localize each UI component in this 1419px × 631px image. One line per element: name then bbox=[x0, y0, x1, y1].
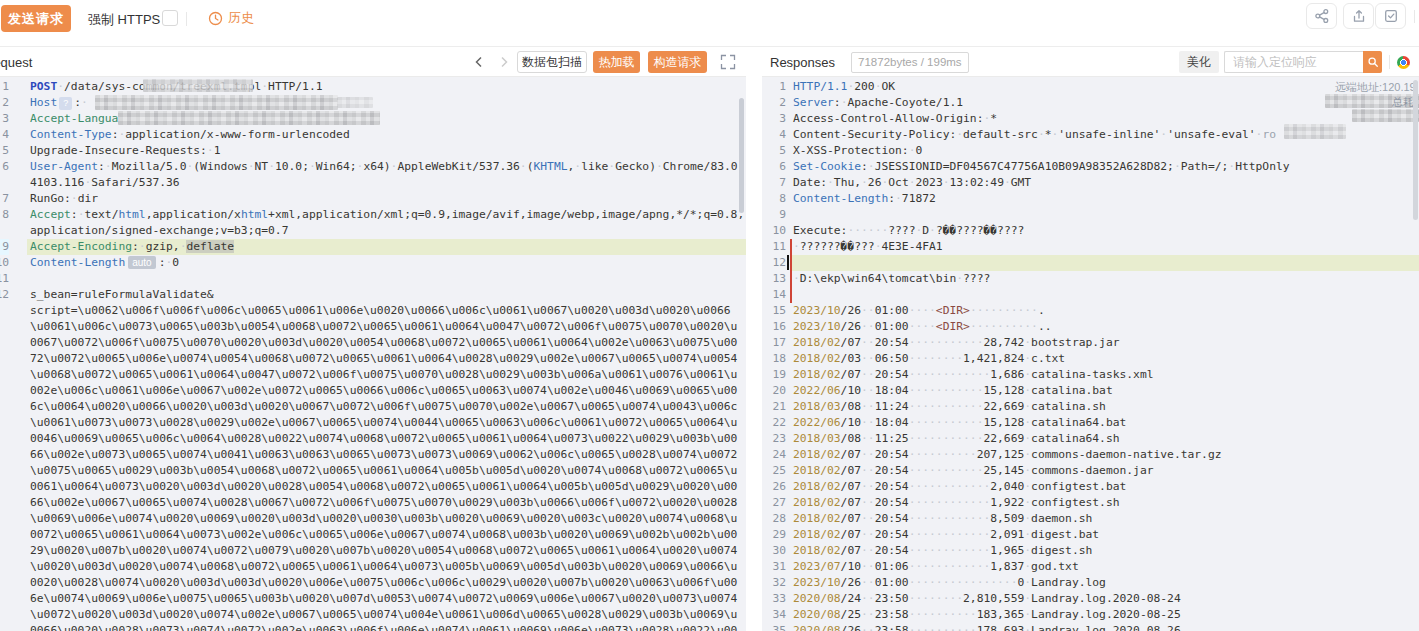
response-title: Responses bbox=[770, 55, 835, 70]
code-line: 192018/02/07··20:54············1,686·cat… bbox=[762, 367, 1419, 383]
code-line: 282018/02/07··20:54············8,509·dae… bbox=[762, 511, 1419, 527]
code-line: 4103.116·Safari/537.36 bbox=[0, 175, 746, 191]
code-line: 152023/10/26··01:00····<DIR>··········. bbox=[762, 303, 1419, 319]
code-line: 7RunGo:·dir bbox=[0, 191, 746, 207]
code-line: application/signed-exchange;v=b3;q=0.7 bbox=[0, 223, 746, 239]
packet-scan-button[interactable]: 数据包扫描 bbox=[517, 51, 587, 73]
code-line: 7Date:·Thu,·26·Oct·2023·13:02:49·GMT bbox=[762, 175, 1419, 191]
code-line: 12s_bean=ruleFormulaValidate& bbox=[0, 287, 746, 303]
search-input[interactable] bbox=[1224, 51, 1363, 73]
remote-address-label: 远端地址:120.19 bbox=[1335, 80, 1416, 95]
request-title: Request bbox=[0, 55, 32, 70]
request-panel: Request 数据包扫描 热加载 构造请求 1POST·/data/sys-c… bbox=[0, 48, 746, 631]
beautify-button[interactable]: 美化 bbox=[1179, 51, 1219, 73]
code-line: 302018/02/07··20:54············1,965·dig… bbox=[762, 543, 1419, 559]
code-line: 12 bbox=[762, 255, 1419, 271]
construct-request-button[interactable]: 构造请求 bbox=[648, 51, 707, 73]
clock-icon bbox=[208, 11, 223, 26]
request-body-script: script=\u0062\u006f\u006f\u006c\u0065\u0… bbox=[30, 303, 740, 631]
code-line: 13·D:\ekp\win64\tomcat\bin·???? bbox=[762, 271, 1419, 287]
code-line: 8Content-Length:·71872 bbox=[762, 191, 1419, 207]
code-line: 352020/08/26··23:58··········178,693·Lan… bbox=[762, 623, 1419, 631]
code-line: 10Execute:······????·D·?��????��???? bbox=[762, 223, 1419, 239]
code-line: 1POST·/data/sys-common/treexml.tmpl·HTTP… bbox=[0, 79, 746, 95]
code-line: 212018/03/08··11:24···········22,669·cat… bbox=[762, 399, 1419, 415]
code-line: 5Upgrade-Insecure-Requests:·1 bbox=[0, 143, 746, 159]
code-line: 1HTTP/1.1·200·OK bbox=[762, 79, 1419, 95]
response-scrollbar[interactable] bbox=[1413, 80, 1418, 220]
response-panel: Responses 71872bytes / 199ms 美化 1HTTP/1.… bbox=[762, 48, 1419, 631]
code-line: 312023/07/10··01:06············1,837·god… bbox=[762, 559, 1419, 575]
header-divider bbox=[1389, 55, 1390, 69]
expand-icon[interactable] bbox=[718, 52, 738, 72]
nav-forward-chevron[interactable] bbox=[497, 55, 511, 69]
force-https-checkbox[interactable] bbox=[162, 10, 178, 26]
modified-lines-marker bbox=[790, 239, 792, 303]
search-button[interactable] bbox=[1363, 51, 1382, 73]
code-line: 6User-Agent:·Mozilla/5.0·(Windows·NT·10.… bbox=[0, 159, 746, 175]
redaction-mosaic-csp bbox=[1284, 124, 1346, 139]
code-line: 11·??????��???·4E3E-4FA1 bbox=[762, 239, 1419, 255]
history-button[interactable]: 历史 bbox=[208, 9, 254, 27]
code-line: 342020/08/25··23:58··········183,365·Lan… bbox=[762, 607, 1419, 623]
nav-back-chevron[interactable] bbox=[472, 55, 486, 69]
code-line: 9Accept-Encoding:·gzip,·deflate bbox=[0, 239, 746, 255]
redaction-mosaic-host bbox=[95, 95, 338, 110]
code-line: 222022/06/10··18:04···········15,128·cat… bbox=[762, 415, 1419, 431]
request-scrollbar[interactable] bbox=[739, 98, 744, 213]
toolbar: 发送请求 强制 HTTPS 历史 bbox=[0, 0, 1419, 47]
code-line: 172018/02/07··20:54···········28,742·boo… bbox=[762, 335, 1419, 351]
redacted-fragment-label: 总耗 bbox=[1392, 95, 1414, 110]
code-line: 5X-XSS-Protection:·0 bbox=[762, 143, 1419, 159]
toolbar-divider bbox=[186, 12, 187, 26]
response-editor[interactable]: 1HTTP/1.1·200·OK2Server:·Apache-Coyote/1… bbox=[762, 77, 1419, 631]
code-line: 11 bbox=[0, 271, 746, 287]
share-button[interactable] bbox=[1306, 3, 1337, 29]
send-request-button[interactable]: 发送请求 bbox=[1, 5, 71, 32]
response-panel-header: Responses 71872bytes / 199ms 美化 bbox=[762, 48, 1419, 77]
code-line: 292018/02/07··20:54············2,091·dig… bbox=[762, 527, 1419, 543]
code-line: 4Content-Type:·application/x-www-form-ur… bbox=[0, 127, 746, 143]
code-line: 232018/03/08··11:25···········22,669·cat… bbox=[762, 431, 1419, 447]
search-box bbox=[1224, 51, 1382, 73]
response-stats-badge: 71872bytes / 199ms bbox=[851, 52, 969, 73]
request-panel-header: Request 数据包扫描 热加载 构造请求 bbox=[0, 48, 746, 77]
request-editor[interactable]: 1POST·/data/sys-common/treexml.tmpl·HTTP… bbox=[0, 77, 746, 631]
code-line: 202022/06/10··18:04···········15,128·cat… bbox=[762, 383, 1419, 399]
redaction-mosaic-language bbox=[118, 111, 380, 125]
code-line: 322023/10/26··01:00················0·Lan… bbox=[762, 575, 1419, 591]
code-line: 14 bbox=[762, 287, 1419, 303]
code-line: 2Server:·Apache-Coyote/1.1 bbox=[762, 95, 1419, 111]
redaction-mosaic-resp-2 bbox=[1352, 109, 1419, 122]
tasks-button[interactable] bbox=[1375, 3, 1406, 29]
code-line: 6Set-Cookie:·JSESSIONID=DF04567C47756A10… bbox=[762, 159, 1419, 175]
code-line: 162023/10/26··01:00····<DIR>··········.. bbox=[762, 319, 1419, 335]
history-label: 历史 bbox=[228, 9, 254, 27]
redaction-mosaic-host-tail bbox=[337, 97, 373, 108]
code-line: 272018/02/07··20:54············1,922·con… bbox=[762, 495, 1419, 511]
force-https-label: 强制 HTTPS bbox=[88, 11, 160, 29]
share-icon bbox=[1314, 8, 1330, 24]
redaction-mosaic-url bbox=[143, 79, 253, 92]
code-line: 252018/02/07··20:54···········25,145·com… bbox=[762, 463, 1419, 479]
toolbar-divider-2 bbox=[1414, 10, 1415, 23]
code-line: 8Accept:·text/html,application/xhtml+xml… bbox=[0, 207, 746, 223]
code-line: 242018/02/07··20:54··········207,125·com… bbox=[762, 447, 1419, 463]
code-line: 332020/08/24··23:50········2,810,559·Lan… bbox=[762, 591, 1419, 607]
chrome-icon[interactable] bbox=[1397, 56, 1410, 69]
code-line: 9 bbox=[762, 207, 1419, 223]
hot-reload-button[interactable]: 热加载 bbox=[593, 51, 640, 73]
check-square-icon bbox=[1383, 8, 1399, 24]
export-icon bbox=[1351, 8, 1367, 24]
code-line: 182018/02/03··06:50········1,421,824·c.t… bbox=[762, 351, 1419, 367]
code-line: 262018/02/07··20:54············2,040·con… bbox=[762, 479, 1419, 495]
code-line: 10Content-Lengthauto:·0 bbox=[0, 255, 746, 271]
export-button[interactable] bbox=[1343, 3, 1374, 29]
